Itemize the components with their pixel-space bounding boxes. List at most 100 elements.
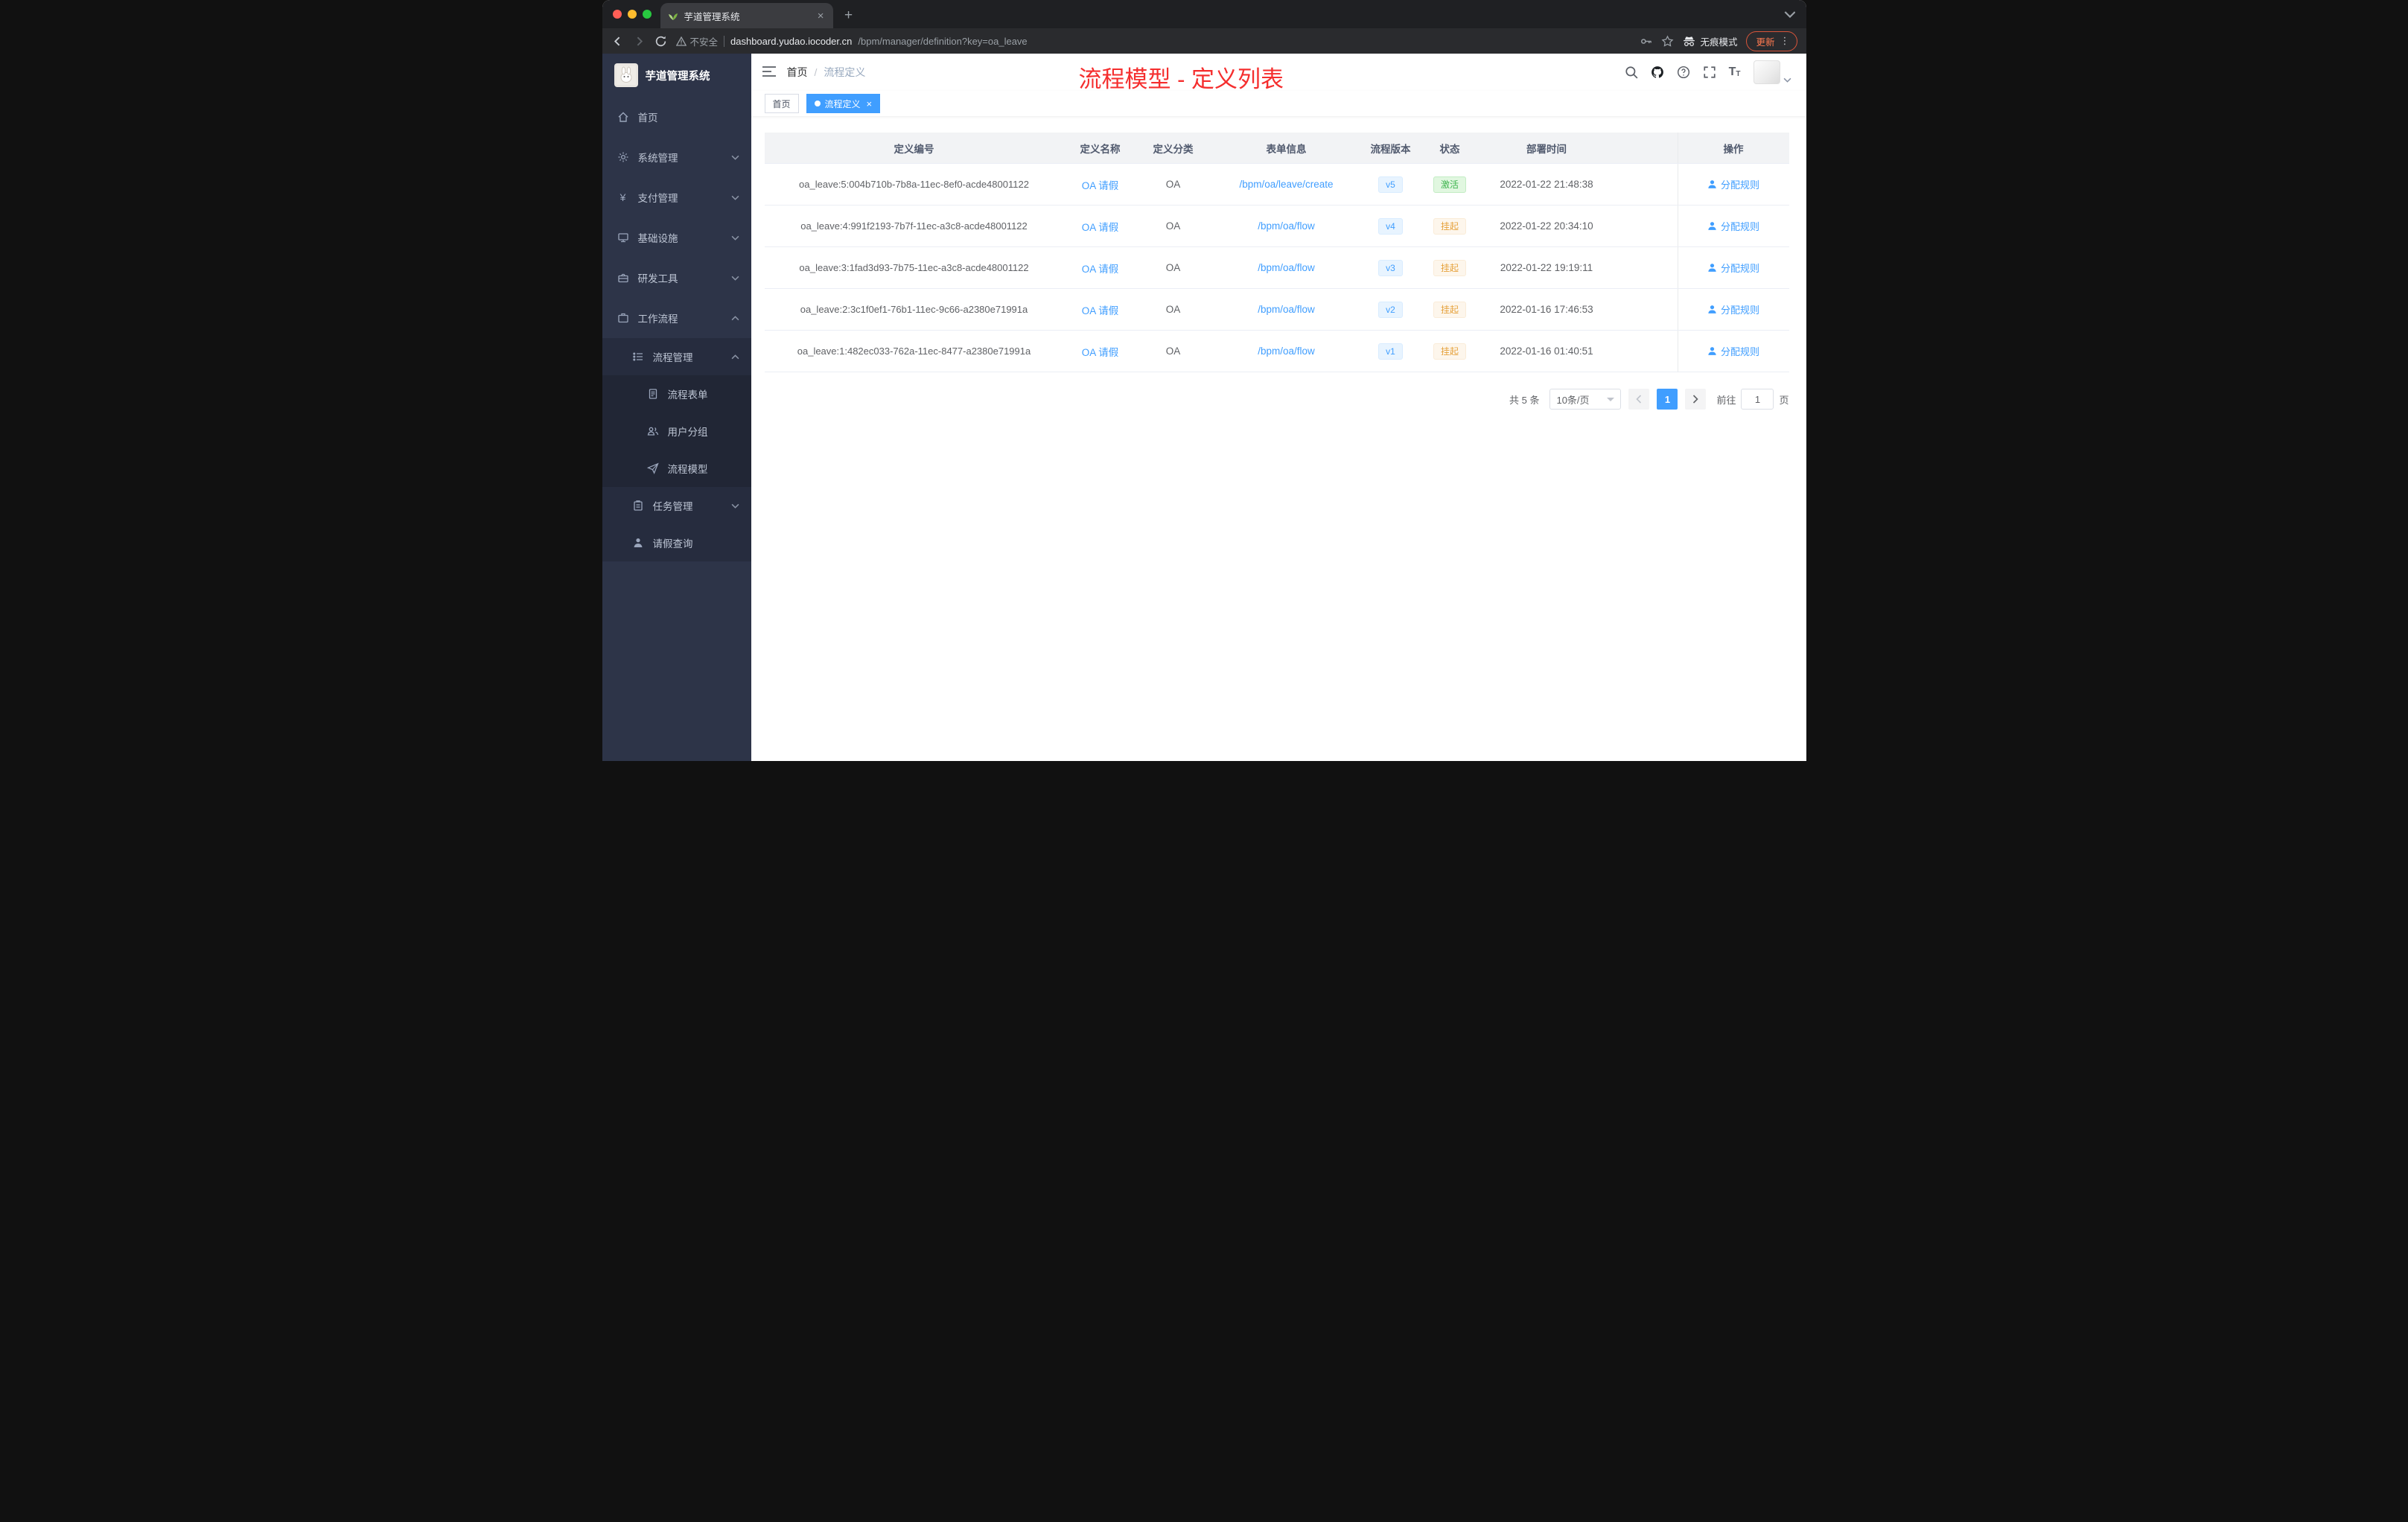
pagination: 共 5 条 10条/页 1 前往 页: [765, 389, 1789, 410]
user-icon: [632, 537, 644, 549]
zoom-window-button[interactable]: [642, 10, 652, 19]
url-host: dashboard.yudao.iocoder.cn: [730, 35, 853, 47]
goto-unit-label: 页: [1779, 394, 1789, 406]
assign-rule-link[interactable]: 分配规则: [1707, 344, 1759, 358]
fullscreen-icon[interactable]: [1703, 66, 1716, 79]
table-row: oa_leave:4:991f2193-7b7f-11ec-a3c8-acde4…: [764, 206, 1789, 247]
back-icon[interactable]: [611, 35, 624, 48]
header-actions: TT: [1625, 60, 1791, 84]
definition-table: 定义编号 定义名称 定义分类 表单信息 流程版本 状态 部署时间 操作 oa_l…: [764, 133, 1789, 372]
browser-tabstrip: 芋道管理系统 × +: [602, 0, 1806, 28]
definition-id: oa_leave:2:3c1f0ef1-76b1-11ec-9c66-a2380…: [800, 304, 1028, 315]
bookmark-star-icon[interactable]: [1661, 34, 1674, 48]
github-icon[interactable]: [1651, 66, 1664, 79]
assign-rule-link[interactable]: 分配规则: [1707, 261, 1759, 275]
column-header: 状态: [1439, 143, 1460, 155]
forward-icon[interactable]: [633, 35, 646, 48]
form-link[interactable]: /bpm/oa/leave/create: [1239, 179, 1333, 190]
sidebar-item-workflow[interactable]: 工作流程: [602, 298, 751, 338]
update-button[interactable]: 更新 ⋮: [1746, 31, 1797, 51]
definition-name-link[interactable]: OA 请假: [1082, 261, 1119, 276]
close-window-button[interactable]: [612, 10, 622, 19]
sidebar-item-process-model[interactable]: 流程模型: [602, 450, 751, 487]
form-link[interactable]: /bpm/oa/flow: [1258, 262, 1315, 273]
page-size-select[interactable]: 10条/页: [1549, 389, 1622, 410]
sidebar-item-label: 基础设施: [637, 233, 678, 244]
new-tab-button[interactable]: +: [838, 4, 860, 27]
version-badge: v5: [1378, 176, 1403, 193]
sidebar-item-home[interactable]: 首页: [602, 97, 751, 137]
definition-category: OA: [1165, 262, 1181, 273]
help-icon[interactable]: [1677, 66, 1690, 79]
sidebar-item-process-management[interactable]: 流程管理: [602, 338, 751, 375]
tags-view: 首页 流程定义 ×: [751, 91, 1806, 116]
sidebar-item-payment[interactable]: ¥ 支付管理: [602, 177, 751, 217]
sidebar-item-task-management[interactable]: 任务管理: [602, 487, 751, 524]
page-number-button[interactable]: 1: [1657, 389, 1678, 410]
address-input[interactable]: 不安全 dashboard.yudao.iocoder.cn/bpm/manag…: [675, 34, 1631, 48]
active-dot: [814, 101, 821, 106]
chevron-down-icon: [731, 503, 739, 509]
form-link[interactable]: /bpm/oa/flow: [1258, 304, 1315, 315]
tag-process-definition[interactable]: 流程定义 ×: [806, 94, 881, 113]
tab-close-icon[interactable]: ×: [816, 10, 826, 22]
user-icon: [1708, 180, 1716, 188]
definition-category: OA: [1165, 304, 1181, 315]
form-link[interactable]: /bpm/oa/flow: [1258, 346, 1315, 357]
browser-menu-icon[interactable]: ⋮: [1780, 35, 1790, 47]
form-link[interactable]: /bpm/oa/flow: [1258, 220, 1315, 232]
next-page-button[interactable]: [1685, 389, 1707, 410]
sidebar-item-devtools[interactable]: 研发工具: [602, 258, 751, 298]
sidebar-toggle-icon[interactable]: [762, 65, 777, 80]
table-row: oa_leave:3:1fad3d93-7b75-11ec-a3c8-acde4…: [764, 247, 1789, 289]
definition-name-link[interactable]: OA 请假: [1082, 302, 1119, 317]
deploy-time: 2022-01-22 20:34:10: [1500, 220, 1593, 232]
chevron-down-icon: [731, 155, 739, 160]
assign-rule-link[interactable]: 分配规则: [1707, 219, 1759, 233]
font-size-icon[interactable]: TT: [1729, 66, 1741, 78]
password-key-icon[interactable]: [1640, 35, 1652, 48]
sidebar-item-process-form[interactable]: 流程表单: [602, 375, 751, 413]
logo-avatar: [614, 63, 638, 87]
definition-name-link[interactable]: OA 请假: [1082, 177, 1119, 192]
assign-rule-label: 分配规则: [1720, 263, 1759, 274]
table-header: 定义编号 定义名称 定义分类 表单信息 流程版本 状态 部署时间 操作: [764, 133, 1789, 164]
tab-search-icon[interactable]: [1784, 9, 1796, 21]
user-menu[interactable]: [1753, 60, 1791, 84]
app-root: 芋道管理系统 首页 系统管理 ¥ 支付管理 基础设施 研发工具 工作流程 流程管…: [602, 54, 1806, 761]
sidebar-item-label: 任务管理: [652, 501, 693, 512]
sidebar-item-label: 用户分组: [667, 427, 708, 438]
row-spacer: [1612, 331, 1678, 372]
tag-close-icon[interactable]: ×: [867, 98, 873, 109]
sidebar-item-infrastructure[interactable]: 基础设施: [602, 217, 751, 258]
sidebar-item-leave-query[interactable]: 请假查询: [602, 524, 751, 561]
user-icon: [1708, 222, 1716, 230]
assign-rule-link[interactable]: 分配规则: [1707, 302, 1759, 316]
security-warning[interactable]: 不安全: [675, 34, 718, 48]
sidebar-item-label: 流程模型: [667, 464, 708, 475]
status-badge: 挂起: [1433, 343, 1466, 360]
minimize-window-button[interactable]: [627, 10, 637, 19]
app-logo[interactable]: 芋道管理系统: [602, 54, 751, 97]
row-spacer: [1612, 289, 1678, 330]
deploy-time: 2022-01-16 01:40:51: [1500, 346, 1593, 357]
browser-tab[interactable]: 芋道管理系统 ×: [660, 3, 833, 28]
definition-name-link[interactable]: OA 请假: [1082, 219, 1119, 234]
sidebar-item-user-group[interactable]: 用户分组: [602, 413, 751, 450]
clipboard-icon: [632, 500, 644, 512]
breadcrumb-home[interactable]: 首页: [787, 65, 808, 80]
avatar[interactable]: [1753, 60, 1780, 84]
goto-page-input[interactable]: [1741, 389, 1774, 410]
user-icon: [1708, 305, 1716, 313]
tag-home[interactable]: 首页: [764, 94, 799, 113]
sidebar-item-system[interactable]: 系统管理: [602, 137, 751, 177]
version-badge: v3: [1378, 259, 1403, 276]
reload-icon[interactable]: [654, 35, 667, 48]
chevron-up-icon: [731, 315, 739, 320]
list-icon: [632, 351, 644, 363]
prev-page-button[interactable]: [1628, 389, 1650, 410]
assign-rule-link[interactable]: 分配规则: [1707, 177, 1759, 191]
monitor-icon: [617, 232, 629, 243]
search-icon[interactable]: [1625, 66, 1638, 79]
definition-name-link[interactable]: OA 请假: [1082, 344, 1119, 359]
